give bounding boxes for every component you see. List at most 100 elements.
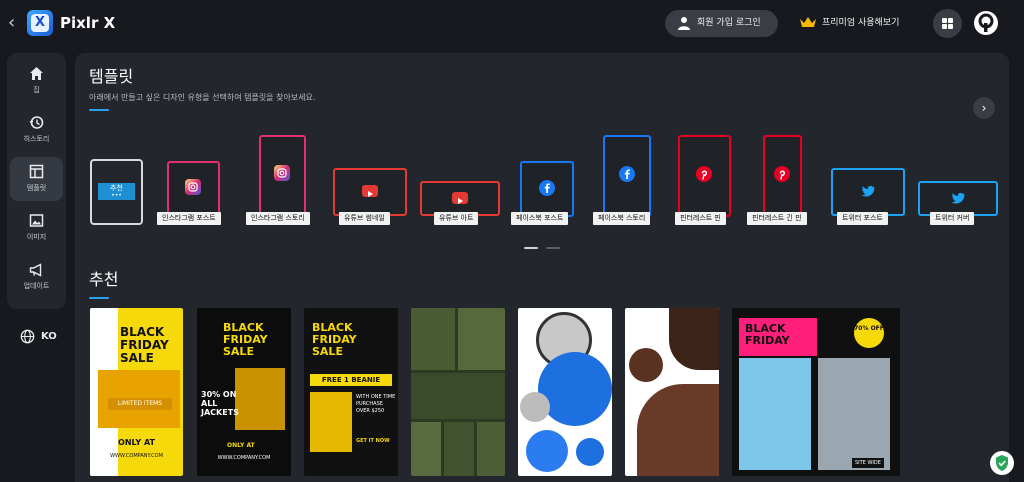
pagination-dot-active[interactable] <box>524 247 538 249</box>
thumb-line2: SITE WIDE <box>852 458 884 468</box>
thumb-line3: WWW.COMPANY.COM <box>217 455 271 461</box>
thumb-line1: 70% OFF <box>854 318 884 348</box>
globe-icon <box>20 329 35 344</box>
template-recommended-card[interactable]: 추천 ••• <box>90 159 143 225</box>
template-facebook-post[interactable]: 페이스북 포스트 <box>511 161 574 225</box>
templates-title: 템플릿 <box>89 67 134 86</box>
home-icon <box>30 67 43 80</box>
thumb-title: BLACK FRIDAY SALE <box>312 321 357 359</box>
megaphone-icon <box>29 263 42 277</box>
template-label: 유튜브 아트 <box>434 212 479 225</box>
chevron-right-icon: › <box>981 101 987 115</box>
template-label: 유튜브 썸네일 <box>339 212 390 225</box>
language-code: KO <box>41 331 57 342</box>
person-icon <box>678 17 690 30</box>
recommended-thumb[interactable] <box>518 308 612 476</box>
thumb-circle <box>526 430 568 472</box>
thumb-photo <box>739 358 811 470</box>
template-label: 트위터 포스트 <box>837 212 888 225</box>
template-twitter-post[interactable]: 트위터 포스트 <box>831 168 905 225</box>
thumb-photo <box>637 384 719 476</box>
thumb-line2: ONLY AT <box>227 442 255 449</box>
recommended-badge: 추천 ••• <box>98 183 135 200</box>
chevron-left-icon[interactable]: ‹ <box>8 13 22 33</box>
recommended-thumb[interactable] <box>411 308 505 476</box>
thumb-photo <box>310 392 352 452</box>
thumb-circle <box>538 352 612 426</box>
shield-icon <box>996 455 1008 471</box>
template-label: 페이스북 스토리 <box>593 212 651 225</box>
recommended-thumb[interactable] <box>625 308 719 476</box>
sidebar-item-label: 업데이트 <box>23 282 50 290</box>
thumb-photo <box>411 308 455 370</box>
sidebar-item-updates[interactable]: 업데이트 <box>10 255 63 299</box>
template-pinterest-long-pin[interactable]: 핀터레스트 긴 핀 <box>747 135 807 225</box>
template-youtube-thumbnail[interactable]: 유튜브 썸네일 <box>333 168 407 225</box>
thumb-line1: FREE 1 BEANIE <box>310 374 392 386</box>
account-avatar[interactable] <box>974 11 998 35</box>
title-underline <box>89 109 109 111</box>
sidebar-item-home[interactable]: 집 <box>10 59 63 103</box>
recommended-title: 추천 <box>89 270 119 289</box>
template-label: 핀터레스트 핀 <box>675 212 726 225</box>
sidebar-item-label: 히스토리 <box>23 135 50 143</box>
template-twitter-cover[interactable]: 트위터 커버 <box>918 181 998 225</box>
sidebar-item-images[interactable]: 이미지 <box>10 206 63 250</box>
template-label: 페이스북 포스트 <box>511 212 569 225</box>
template-instagram-story[interactable]: 인스타그램 스토리 <box>246 135 310 225</box>
thumb-photo <box>477 422 505 476</box>
thumb-line3: WWW.COMPANY.COM <box>110 453 163 459</box>
recommended-thumb[interactable]: BLACK FRIDAY SALE LIMITED ITEMS ONLY AT … <box>90 308 183 476</box>
thumb-title: BLACK FRIDAY SALE <box>120 325 169 366</box>
thumb-line2: ONLY AT <box>118 438 155 447</box>
thumb-photo <box>444 422 474 476</box>
facebook-icon <box>539 180 555 196</box>
thumb-line2: WITH ONE TIME PURCHASE OVER $250 <box>356 394 396 414</box>
login-button[interactable]: 회원 가입 로그인 <box>665 10 778 37</box>
template-pinterest-pin[interactable]: 핀터레스트 핀 <box>675 135 731 225</box>
template-label: 핀터레스트 긴 핀 <box>747 212 807 225</box>
recommended-thumb[interactable]: BLACK FRIDAY 70% OFF SITE WIDE <box>732 308 900 476</box>
thumb-photo <box>235 368 285 430</box>
template-instagram-post[interactable]: 인스타그램 포스트 <box>157 161 221 225</box>
thumb-title: BLACK FRIDAY <box>745 322 790 348</box>
carousel-next-button[interactable]: › <box>973 97 995 119</box>
recommended-dots: ••• <box>111 192 122 199</box>
thumb-photo <box>818 358 890 470</box>
thumb-photo <box>411 373 505 419</box>
recommended-thumb[interactable]: BLACK FRIDAY SALE 30% ON ALL JACKETS ONL… <box>197 308 291 476</box>
template-label: 인스타그램 스토리 <box>246 212 310 225</box>
history-icon <box>29 116 44 129</box>
template-youtube-art[interactable]: 유튜브 아트 <box>420 181 500 225</box>
templates-subtitle: 아래에서 만들고 싶은 디자인 유형을 선택하여 템플릿을 찾아보세요. <box>89 93 316 102</box>
image-icon <box>29 214 44 227</box>
template-facebook-story[interactable]: 페이스북 스토리 <box>593 135 651 225</box>
logo-letter: X <box>31 14 49 32</box>
thumb-circle <box>576 438 604 466</box>
sidebar-item-history[interactable]: 히스토리 <box>10 108 63 152</box>
premium-label: 프리미엄 사용해보기 <box>822 18 900 28</box>
top-bar: ‹ X Pixlr X 회원 가입 로그인 프리미엄 사용해보기 <box>0 0 1024 46</box>
instagram-icon <box>185 179 201 195</box>
thumb-photo <box>669 308 719 370</box>
sidebar-item-label: 집 <box>33 86 40 94</box>
apps-grid-button[interactable] <box>933 9 962 38</box>
template-icon <box>29 164 44 179</box>
recommended-underline <box>89 297 109 299</box>
sidebar: 집 히스토리 템플릿 이미지 업데이트 <box>7 53 66 309</box>
facebook-icon <box>619 166 635 182</box>
security-shield-button[interactable] <box>990 451 1014 475</box>
crown-icon <box>800 17 816 27</box>
twitter-icon <box>860 183 876 199</box>
recommended-thumb[interactable]: BLACK FRIDAY SALE FREE 1 BEANIE WITH ONE… <box>304 308 398 476</box>
pagination-dot[interactable] <box>546 247 560 249</box>
thumb-title: BLACK FRIDAY SALE <box>223 321 268 359</box>
pinterest-icon <box>696 166 712 182</box>
youtube-icon <box>452 192 468 204</box>
pinterest-icon <box>774 166 790 182</box>
thumb-photo <box>411 422 441 476</box>
twitter-icon <box>950 190 966 206</box>
sidebar-item-templates[interactable]: 템플릿 <box>10 157 63 201</box>
instagram-icon <box>274 165 290 181</box>
thumb-photo <box>458 308 505 370</box>
